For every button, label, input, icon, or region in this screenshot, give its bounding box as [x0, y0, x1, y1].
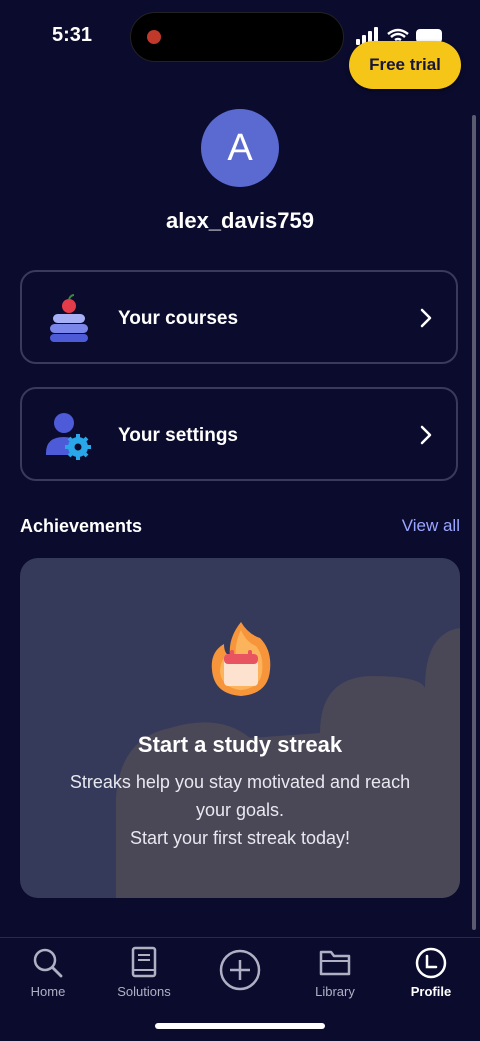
chevron-right-icon: [420, 425, 432, 445]
nav-library[interactable]: Library: [295, 946, 375, 999]
plus-circle-icon: [219, 949, 261, 991]
user-settings-icon: [46, 413, 91, 460]
scrollbar[interactable]: [472, 115, 476, 930]
home-indicator: [155, 1023, 325, 1029]
study-streak-card[interactable]: Start a study streak Streaks help you st…: [20, 558, 460, 898]
nav-library-label: Library: [315, 984, 355, 999]
folder-icon: [319, 950, 351, 976]
streak-description-line: your goals.: [195, 800, 285, 820]
your-courses-label: Your courses: [118, 308, 239, 329]
wifi-icon: [387, 28, 409, 42]
streak-description-line: Streaks help you stay motivated and reac…: [69, 772, 411, 792]
search-icon: [33, 948, 63, 978]
achievements-heading: Achievements: [20, 516, 143, 536]
view-all-link[interactable]: View all: [402, 516, 460, 536]
nav-home[interactable]: Home: [8, 946, 88, 999]
streak-description: Streaks help you stay motivated and reac…: [40, 768, 440, 852]
your-courses-button[interactable]: Your courses: [20, 270, 458, 364]
nav-profile[interactable]: Profile: [391, 946, 471, 999]
free-trial-button[interactable]: Free trial: [349, 41, 461, 89]
profile-icon: [415, 947, 447, 979]
nav-home-label: Home: [30, 984, 66, 999]
nav-solutions[interactable]: Solutions: [104, 946, 184, 999]
dynamic-island: [130, 12, 344, 62]
your-settings-label: Your settings: [118, 425, 238, 446]
streak-title: Start a study streak: [137, 732, 343, 757]
nav-solutions-label: Solutions: [117, 984, 171, 999]
status-time: 5:31: [52, 24, 93, 46]
nav-add[interactable]: [200, 946, 280, 992]
book-icon: [131, 946, 157, 978]
your-settings-button[interactable]: Your settings: [20, 387, 458, 481]
nav-profile-label: Profile: [410, 984, 452, 999]
streak-flame-icon: [211, 622, 271, 696]
courses-stack-icon: [50, 294, 88, 342]
chevron-right-icon: [420, 308, 432, 328]
recording-indicator-icon: [147, 30, 161, 44]
streak-description-line: Start your first streak today!: [129, 828, 351, 848]
avatar[interactable]: A: [201, 109, 279, 187]
username: alex_davis759: [165, 208, 315, 233]
